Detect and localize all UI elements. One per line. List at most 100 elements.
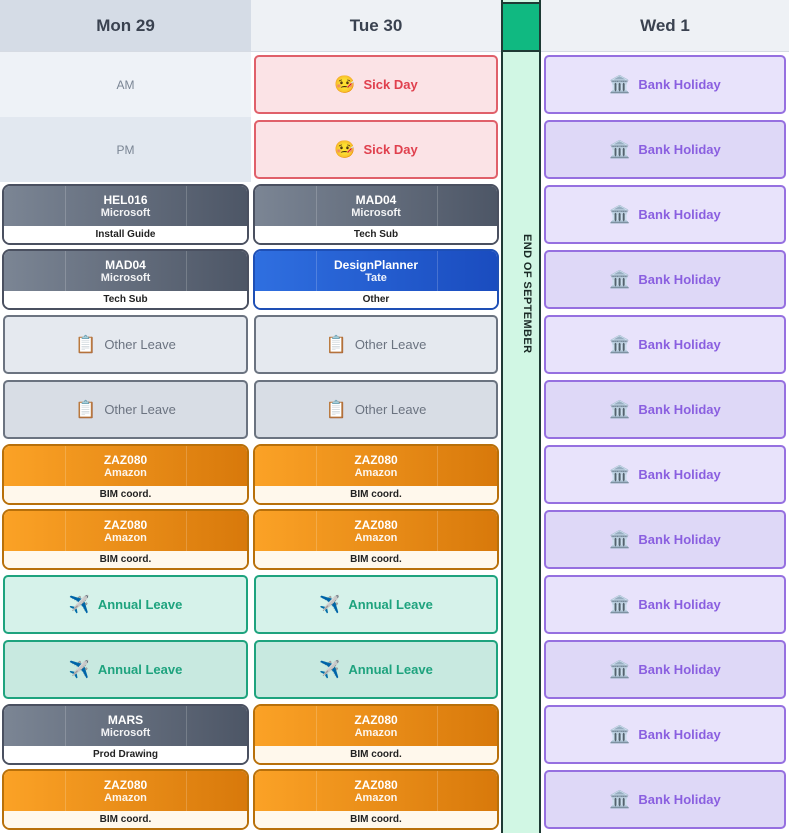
project-task: BIM coord. <box>4 486 247 503</box>
project-code: MARS <box>107 712 144 727</box>
bank-holiday-tile[interactable]: 🏛️ Bank Holiday <box>544 445 786 504</box>
bank-holiday-tile[interactable]: 🏛️ Bank Holiday <box>544 380 786 439</box>
project-code: ZAZ080 <box>354 712 398 727</box>
project-code: ZAZ080 <box>354 517 398 532</box>
bank-holiday-tile[interactable]: 🏛️ Bank Holiday <box>544 575 786 634</box>
other-leave-tile[interactable]: 📋 Other Leave <box>3 315 248 374</box>
bank-building-icon: 🏛️ <box>609 465 631 484</box>
bank-holiday-tile[interactable]: 🏛️ Bank Holiday <box>544 770 786 829</box>
project-card[interactable]: ZAZ080 Amazon BIM coord. <box>253 509 499 570</box>
sick-face-icon: 🤒 <box>334 140 356 159</box>
project-card[interactable]: MARS Microsoft Prod Drawing <box>2 704 249 765</box>
leave-label: Bank Holiday <box>638 142 721 157</box>
project-task: BIM coord. <box>4 551 247 568</box>
month-separator: END OF SEPTEMBER <box>501 0 541 833</box>
bank-holiday-tile[interactable]: 🏛️ Bank Holiday <box>544 640 786 699</box>
project-client: Microsoft <box>100 206 151 219</box>
project-card[interactable]: ZAZ080 Amazon BIM coord. <box>2 509 249 570</box>
bank-building-icon: 🏛️ <box>609 790 631 809</box>
sick-face-icon: 🤒 <box>334 75 356 94</box>
project-card[interactable]: ZAZ080 Amazon BIM coord. <box>253 769 499 830</box>
bank-building-icon: 🏛️ <box>609 335 631 354</box>
project-client: Amazon <box>354 726 398 739</box>
project-card[interactable]: HEL016 Microsoft Install Guide <box>2 184 249 245</box>
leave-label: Other Leave <box>104 402 176 417</box>
day-header-mon: Mon 29 <box>0 0 251 52</box>
other-leave-tile[interactable]: 📋 Other Leave <box>254 315 498 374</box>
annual-leave-tile[interactable]: ✈️ Annual Leave <box>3 640 248 699</box>
leave-label: Annual Leave <box>348 662 433 677</box>
project-client: Microsoft <box>100 271 151 284</box>
project-card[interactable]: MAD04 Microsoft Tech Sub <box>253 184 499 245</box>
annual-leave-tile[interactable]: ✈️ Annual Leave <box>254 640 498 699</box>
day-header-tue: Tue 30 <box>251 0 501 52</box>
project-card[interactable]: DesignPlanner Tate Other <box>253 249 499 310</box>
clipboard-icon: 📋 <box>75 400 97 419</box>
leave-label: Bank Holiday <box>638 337 721 352</box>
project-client: Microsoft <box>351 206 401 219</box>
day-column-tue: Tue 30 🤒 Sick Day 🤒 Sick Day MAD04 Micro… <box>251 0 501 830</box>
slot-pm[interactable]: PM <box>0 117 251 182</box>
sick-day-tile[interactable]: 🤒 Sick Day <box>254 120 498 179</box>
project-code: DesignPlanner <box>333 257 419 272</box>
project-task: Install Guide <box>4 226 247 243</box>
sick-day-tile[interactable]: 🤒 Sick Day <box>254 55 498 114</box>
project-client: Microsoft <box>100 726 151 739</box>
airplane-icon: ✈️ <box>319 660 341 679</box>
leave-label: Other Leave <box>354 337 427 352</box>
leave-label: Bank Holiday <box>638 402 721 417</box>
day-header-wed: Wed 1 <box>541 0 789 52</box>
project-code: ZAZ080 <box>103 777 148 792</box>
project-client: Amazon <box>104 791 147 804</box>
bank-holiday-tile[interactable]: 🏛️ Bank Holiday <box>544 510 786 569</box>
clipboard-icon: 📋 <box>325 400 347 419</box>
project-code: MAD04 <box>355 192 397 207</box>
bank-building-icon: 🏛️ <box>609 75 631 94</box>
project-card[interactable]: ZAZ080 Amazon BIM coord. <box>2 769 249 830</box>
other-leave-tile[interactable]: 📋 Other Leave <box>254 380 498 439</box>
project-client: Amazon <box>104 531 147 544</box>
clipboard-icon: 📋 <box>325 335 347 354</box>
project-card[interactable]: ZAZ080 Amazon BIM coord. <box>253 444 499 505</box>
annual-leave-tile[interactable]: ✈️ Annual Leave <box>3 575 248 634</box>
bank-holiday-tile[interactable]: 🏛️ Bank Holiday <box>544 55 786 114</box>
bank-building-icon: 🏛️ <box>609 140 631 159</box>
bank-holiday-tile[interactable]: 🏛️ Bank Holiday <box>544 315 786 374</box>
leave-label: Bank Holiday <box>638 597 721 612</box>
project-task: BIM coord. <box>255 811 497 828</box>
other-leave-tile[interactable]: 📋 Other Leave <box>3 380 248 439</box>
project-code: ZAZ080 <box>103 452 148 467</box>
project-code: ZAZ080 <box>354 777 398 792</box>
bank-holiday-tile[interactable]: 🏛️ Bank Holiday <box>544 250 786 309</box>
project-client: Amazon <box>104 466 147 479</box>
leave-label: Sick Day <box>363 77 418 92</box>
project-card[interactable]: MAD04 Microsoft Tech Sub <box>2 249 249 310</box>
bank-building-icon: 🏛️ <box>609 595 631 614</box>
project-card[interactable]: ZAZ080 Amazon BIM coord. <box>253 704 499 765</box>
leave-label: Bank Holiday <box>638 792 721 807</box>
slot-am[interactable]: AM <box>0 52 251 117</box>
bank-building-icon: 🏛️ <box>609 530 631 549</box>
project-code: MAD04 <box>105 257 146 272</box>
project-task: Prod Drawing <box>4 746 247 763</box>
leave-label: Bank Holiday <box>638 662 721 677</box>
project-card[interactable]: ZAZ080 Amazon BIM coord. <box>2 444 249 505</box>
project-task: Other <box>255 291 497 308</box>
bank-holiday-tile[interactable]: 🏛️ Bank Holiday <box>544 120 786 179</box>
leave-label: Bank Holiday <box>638 727 721 742</box>
bank-holiday-tile[interactable]: 🏛️ Bank Holiday <box>544 185 786 244</box>
leave-label: Other Leave <box>354 402 427 417</box>
leave-label: Sick Day <box>363 142 418 157</box>
airplane-icon: ✈️ <box>68 660 90 679</box>
leave-label: Bank Holiday <box>638 532 721 547</box>
bank-building-icon: 🏛️ <box>609 400 631 419</box>
day-column-wed: Wed 1 🏛️ Bank Holiday 🏛️ Bank Holiday 🏛️ Ba… <box>541 0 789 829</box>
project-client: Amazon <box>354 466 398 479</box>
bank-holiday-tile[interactable]: 🏛️ Bank Holiday <box>544 705 786 764</box>
leave-label: Bank Holiday <box>638 272 721 287</box>
leave-label: Other Leave <box>104 337 176 352</box>
leave-label: Annual Leave <box>97 597 183 612</box>
annual-leave-tile[interactable]: ✈️ Annual Leave <box>254 575 498 634</box>
bank-building-icon: 🏛️ <box>609 205 631 224</box>
project-code: ZAZ080 <box>354 452 398 467</box>
